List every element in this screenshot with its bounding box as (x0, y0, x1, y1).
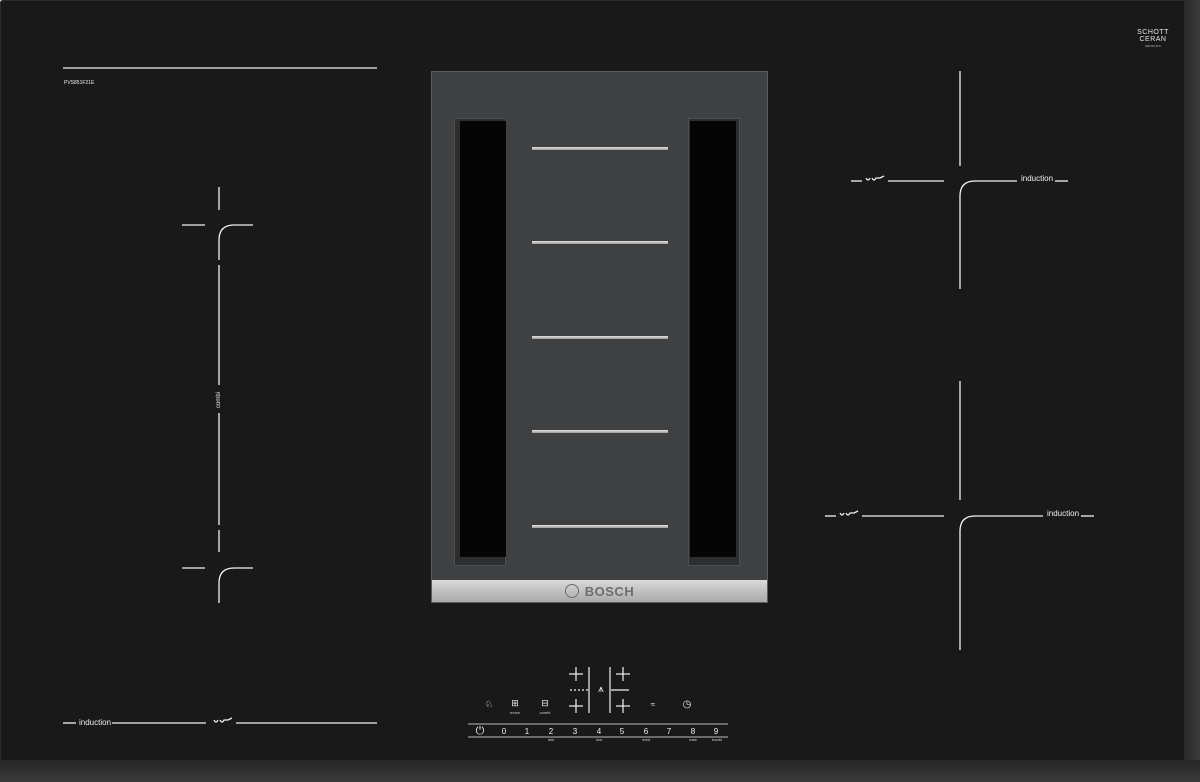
vent-front-rail: BOSCH (432, 580, 767, 602)
power-level-7[interactable]: 7 (663, 727, 675, 736)
vent-slot-right (688, 118, 740, 566)
power-level-1[interactable]: 1 (521, 727, 533, 736)
downdraft-vent: BOSCH (431, 71, 768, 603)
bosch-logo-icon (564, 584, 579, 598)
fan-icon[interactable]: ⩚ (594, 684, 608, 695)
vent-brand: BOSCH (584, 583, 635, 599)
power-level-2[interactable]: 2 (545, 727, 557, 736)
scale-sub-min: min (547, 737, 555, 742)
pan-symbol-right-bottom (839, 510, 859, 516)
pan-symbol-left (213, 717, 233, 723)
power-icon[interactable]: ⏻ (473, 725, 487, 738)
power-level-0[interactable]: 0 (498, 727, 510, 736)
combi-icon[interactable]: ⊟ (538, 698, 552, 709)
vent-bar (532, 336, 668, 339)
move-icon[interactable]: ⊞ (508, 698, 522, 709)
vent-bar (532, 147, 668, 150)
scale-sub-low: low (595, 737, 602, 742)
power-level-6[interactable]: 6 (640, 727, 652, 736)
model-number: PVS851F21E (64, 80, 95, 86)
pan-symbol-right-top (865, 175, 885, 181)
glass-brand-line1: SCHOTT (1137, 29, 1169, 36)
timer-icon[interactable]: ◷ (680, 699, 694, 710)
glass-brand-line2: CERAN (1139, 36, 1167, 43)
zone-label-combi: combi (216, 391, 222, 408)
zone-label-right-bottom: induction (1047, 509, 1080, 518)
move-label: move (510, 710, 520, 715)
vent-bar (532, 525, 668, 528)
vent-bar (532, 241, 668, 244)
combi-corner-top (218, 224, 253, 260)
cooktop-surface: PVS851F21E SCHOTT CERAN B0O3C3T0 inducti… (0, 0, 1200, 782)
scale-sub-max: max (689, 737, 697, 742)
child-lock-icon[interactable]: ♘ (482, 699, 496, 710)
zone-label-left-bottom: induction (79, 718, 112, 727)
vent-bar (532, 430, 668, 433)
combi-corner-bottom (218, 567, 253, 603)
combi-label: combi (539, 710, 551, 715)
power-level-3[interactable]: 3 (569, 727, 581, 736)
pan-icon[interactable]: ≈ (646, 700, 660, 709)
glass-brand-sub: B0O3C3T0 (1145, 44, 1161, 48)
power-level-4[interactable]: 4 (593, 727, 605, 736)
scale-sub-med: med (642, 737, 650, 742)
zone-label-right-top: induction (1021, 174, 1054, 183)
power-level-8[interactable]: 8 (687, 727, 699, 736)
power-level-9[interactable]: 9 (710, 727, 722, 736)
power-level-5[interactable]: 5 (616, 727, 628, 736)
glass-brand-logo: SCHOTT CERAN B0O3C3T0 (1132, 29, 1174, 49)
vent-slot-left (454, 118, 506, 566)
scale-sub-boost: boost (712, 737, 722, 742)
